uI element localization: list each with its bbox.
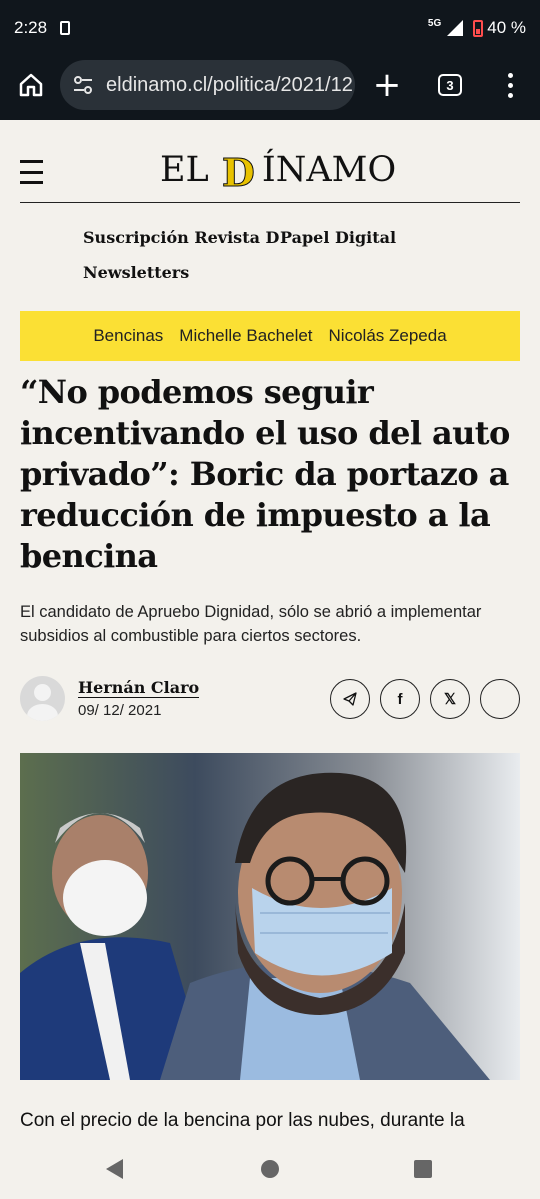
article-date: 09/ 12/ 2021 xyxy=(78,702,162,719)
logo-prefix: EL xyxy=(160,150,220,190)
status-time: 2:28 xyxy=(14,18,48,37)
status-right: 5G 40 % xyxy=(428,18,526,38)
logo-suffix: ÍNAMO xyxy=(261,150,397,190)
article-headline: “No podemos seguir incentivando el uso d… xyxy=(20,373,510,575)
article-photo xyxy=(20,753,520,1080)
overflow-menu-icon[interactable] xyxy=(500,68,520,102)
site-logo[interactable]: EL D ÍNAMO xyxy=(160,148,397,196)
site-settings-icon[interactable] xyxy=(72,74,94,96)
author-name[interactable]: Hernán Claro xyxy=(78,678,200,698)
nav-link-newsletters[interactable]: Newsletters xyxy=(83,263,189,282)
back-icon[interactable] xyxy=(106,1159,123,1179)
system-navigation-bar xyxy=(0,1140,540,1199)
home-icon[interactable] xyxy=(14,68,48,102)
author-avatar xyxy=(20,676,65,721)
facebook-share-button[interactable]: f xyxy=(380,679,420,719)
x-icon: 𝕏 xyxy=(443,691,457,708)
article-subtitle: El candidato de Apruebo Dignidad, sólo s… xyxy=(20,603,482,645)
telegram-share-button[interactable] xyxy=(330,679,370,719)
article-body-first-line: Con el precio de la bencina por las nube… xyxy=(20,1110,465,1131)
facebook-icon: f xyxy=(397,690,403,708)
battery-level: 40 % xyxy=(487,18,526,37)
status-bar: 2:28 5G 40 % xyxy=(0,0,540,58)
network-type: 5G xyxy=(427,17,442,29)
telegram-icon xyxy=(343,692,357,706)
browser-toolbar: eldinamo.cl/politica/2021/12 + 3 xyxy=(0,58,540,120)
more-share-button[interactable] xyxy=(480,679,520,719)
address-bar[interactable]: eldinamo.cl/politica/2021/12 xyxy=(60,60,355,110)
x-share-button[interactable]: 𝕏 xyxy=(430,679,470,719)
battery-icon xyxy=(473,19,484,37)
tab-switcher-button[interactable]: 3 xyxy=(438,74,462,96)
logo-d-mark: D xyxy=(221,150,255,196)
site-header: EL D ÍNAMO Suscripción Revista D Papel D… xyxy=(0,120,540,361)
signal-icon xyxy=(447,20,464,36)
trending-tags-bar: Bencinas Michelle Bachelet Nicolás Zeped… xyxy=(20,311,520,361)
recent-apps-icon[interactable] xyxy=(414,1160,432,1178)
hamburger-menu-icon[interactable] xyxy=(20,160,44,184)
tag-bencinas[interactable]: Bencinas xyxy=(93,326,163,346)
nav-link-papel-digital[interactable]: Papel Digital xyxy=(280,228,396,247)
url-text: eldinamo.cl/politica/2021/12 xyxy=(106,73,353,96)
tag-nicolas-zepeda[interactable]: Nicolás Zepeda xyxy=(329,326,447,346)
tag-michelle-bachelet[interactable]: Michelle Bachelet xyxy=(179,326,312,346)
nav-link-suscripcion[interactable]: Suscripción Revista D xyxy=(83,228,279,247)
header-divider xyxy=(20,202,520,203)
home-button-icon[interactable] xyxy=(261,1160,279,1178)
article-photo-image xyxy=(20,753,520,1080)
new-tab-icon[interactable]: + xyxy=(370,66,404,104)
sim-icon xyxy=(60,21,70,35)
